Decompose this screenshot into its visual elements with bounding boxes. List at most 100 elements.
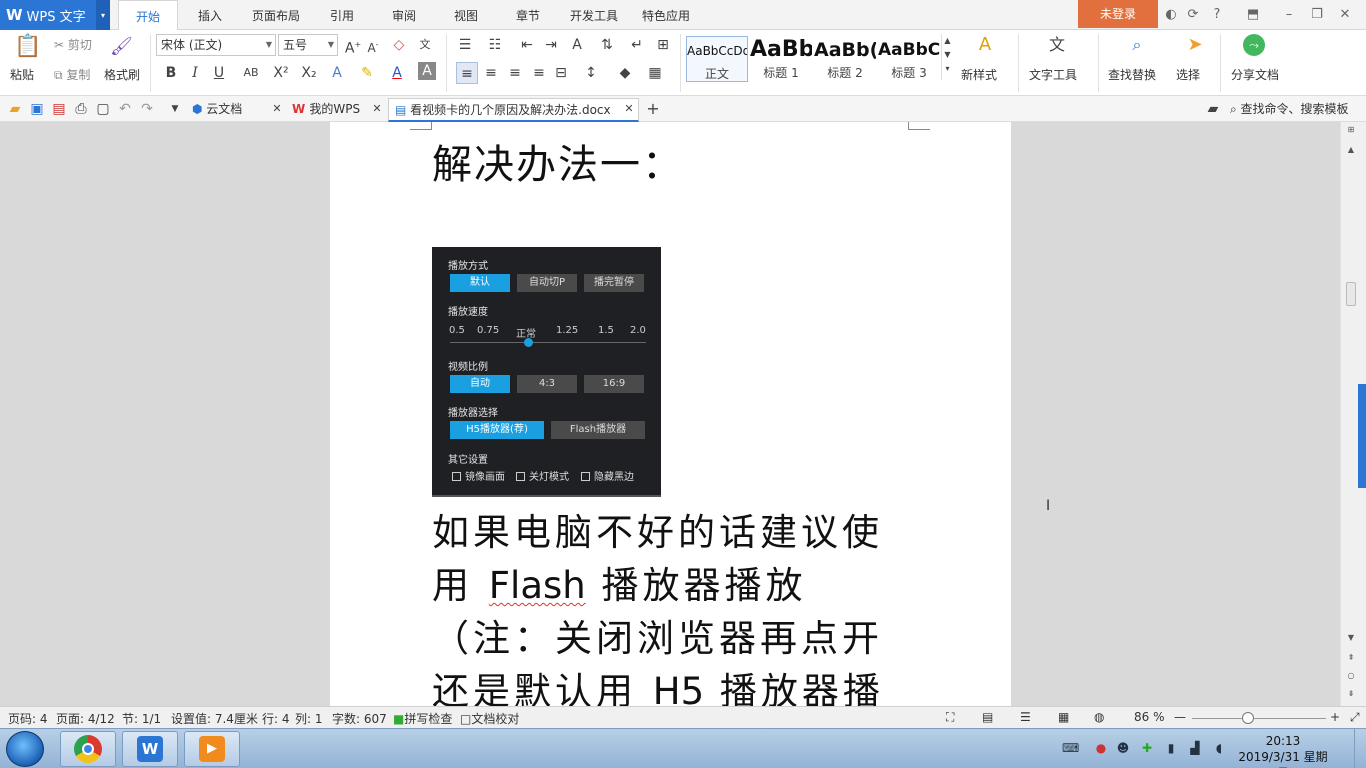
line-spacing-icon[interactable]: ↕ bbox=[580, 62, 602, 84]
qq-icon[interactable]: ☻ bbox=[1116, 741, 1130, 755]
tab-special-apps[interactable]: 特色应用 bbox=[634, 0, 698, 30]
paste-button[interactable]: 粘贴 bbox=[10, 66, 34, 83]
highlight-icon[interactable]: ✎ bbox=[356, 62, 378, 84]
redo-icon[interactable]: ↷ bbox=[136, 98, 158, 120]
windows-start-icon[interactable] bbox=[6, 731, 44, 767]
show-desktop-button[interactable] bbox=[1354, 729, 1366, 768]
player-settings-screenshot[interactable]: 播放方式 默认 自动切P 播完暂停 播放速度 0.5 0.75 正常 1.25 … bbox=[432, 247, 661, 497]
browse-object-icon[interactable]: ○ bbox=[1345, 670, 1357, 682]
tab-developer[interactable]: 开发工具 bbox=[562, 0, 626, 30]
align-left-icon[interactable]: ≡ bbox=[456, 62, 478, 84]
volume-muted-icon[interactable]: ◖ bbox=[1212, 741, 1226, 755]
save-icon[interactable]: ▣ bbox=[26, 98, 48, 120]
copy-button[interactable]: ⧉ 复制 bbox=[54, 66, 90, 83]
sort-icon[interactable]: ⇅ bbox=[596, 34, 618, 56]
zoom-in-icon[interactable]: + bbox=[1330, 710, 1340, 724]
new-tab-icon[interactable]: + bbox=[642, 98, 664, 120]
fullscreen-icon[interactable]: ⛶ bbox=[946, 710, 954, 725]
char-shading-icon[interactable]: A bbox=[418, 62, 436, 80]
new-style-icon[interactable]: A bbox=[974, 34, 996, 56]
italic-icon[interactable]: I bbox=[184, 62, 206, 84]
outline-view-icon[interactable]: ☰ bbox=[1020, 710, 1031, 724]
side-panel-toggle[interactable] bbox=[1358, 384, 1366, 488]
security-icon[interactable]: ✚ bbox=[1140, 741, 1154, 755]
feedback-icon[interactable]: ⟳ bbox=[1184, 6, 1202, 24]
open-folder-icon[interactable]: ▰ bbox=[4, 98, 26, 120]
clear-format-icon[interactable]: ◇ bbox=[388, 34, 410, 56]
antivirus-icon[interactable]: ● bbox=[1094, 741, 1108, 755]
tab-review[interactable]: 审阅 bbox=[380, 0, 428, 30]
style-heading-2[interactable]: AaBb( 标题 2 bbox=[814, 36, 876, 82]
skin-icon[interactable]: ◐ bbox=[1162, 6, 1180, 24]
align-right-icon[interactable]: ≡ bbox=[504, 62, 526, 84]
shrink-font-icon[interactable]: A- bbox=[362, 34, 384, 56]
show-marks-icon[interactable]: ↵ bbox=[626, 34, 648, 56]
undo-icon[interactable]: ↶ bbox=[114, 98, 136, 120]
network-icon[interactable]: ▟ bbox=[1188, 741, 1202, 755]
increase-indent-icon[interactable]: ⇥ bbox=[540, 34, 562, 56]
phonetic-guide-icon[interactable]: 文 bbox=[414, 34, 436, 56]
media-player-taskbar-button[interactable]: ▶ bbox=[184, 731, 240, 767]
print-preview-icon[interactable]: ▢ bbox=[92, 98, 114, 120]
tab-cloud-docs[interactable]: ⬢ 云文档 bbox=[188, 98, 246, 122]
style-heading-1[interactable]: AaBb 标题 1 bbox=[750, 36, 812, 82]
share-document-button[interactable]: 分享文档 bbox=[1231, 66, 1279, 83]
chevron-down-icon[interactable]: ▼ bbox=[164, 98, 186, 120]
print-icon[interactable]: ⎙ bbox=[70, 98, 92, 120]
doc-check-toggle[interactable]: □文档校对 bbox=[460, 710, 519, 727]
device-icon[interactable]: ▮ bbox=[1164, 741, 1178, 755]
paragraph-shading-icon[interactable]: ◆ bbox=[614, 62, 636, 84]
subscript-icon[interactable]: X₂ bbox=[298, 62, 320, 84]
login-button[interactable]: 未登录 bbox=[1078, 0, 1158, 28]
tab-view[interactable]: 视图 bbox=[442, 0, 490, 30]
system-clock[interactable]: 20:13 2019/3/31 星期日 bbox=[1238, 733, 1328, 768]
tab-page-layout[interactable]: 页面布局 bbox=[244, 0, 308, 30]
help-icon[interactable]: ? bbox=[1208, 6, 1226, 24]
next-page-icon[interactable]: ⇟ bbox=[1345, 688, 1357, 700]
document-workspace[interactable]: 解决办法一： 播放方式 默认 自动切P 播完暂停 播放速度 0.5 0.75 正… bbox=[0, 122, 1340, 706]
document-heading[interactable]: 解决办法一： bbox=[432, 132, 684, 190]
justify-icon[interactable]: ≡ bbox=[528, 62, 550, 84]
close-icon[interactable]: ✕ bbox=[1336, 6, 1354, 24]
select-cursor-icon[interactable]: ➤ bbox=[1184, 34, 1206, 56]
new-style-button[interactable]: 新样式 bbox=[961, 66, 997, 83]
keyboard-icon[interactable]: ⌨ bbox=[1062, 741, 1079, 755]
decrease-indent-icon[interactable]: ⇤ bbox=[516, 34, 538, 56]
style-heading-3[interactable]: AaBbC 标题 3 bbox=[878, 36, 940, 82]
close-icon[interactable]: ✕ bbox=[618, 98, 640, 120]
web-view-icon[interactable]: ▦ bbox=[1058, 710, 1069, 724]
restore-ribbon-icon[interactable]: ⬒ bbox=[1244, 6, 1262, 24]
tab-chapter[interactable]: 章节 bbox=[504, 0, 552, 30]
tab-list-icon[interactable]: ▰ bbox=[1202, 98, 1224, 120]
zoom-slider-knob[interactable] bbox=[1242, 712, 1254, 724]
brush-icon[interactable]: 🖌 bbox=[110, 36, 133, 58]
align-center-icon[interactable]: ≡ bbox=[480, 62, 502, 84]
font-name-select[interactable]: 宋体 (正文) ▼ bbox=[156, 34, 276, 56]
table-icon[interactable]: ⊞ bbox=[652, 34, 674, 56]
tab-my-wps[interactable]: W 我的WPS bbox=[288, 98, 364, 122]
zoom-out-icon[interactable]: — bbox=[1174, 710, 1186, 724]
eye-protect-icon[interactable]: ◍ bbox=[1094, 710, 1104, 724]
borders-icon[interactable]: ▦ bbox=[644, 62, 666, 84]
page-view-icon[interactable]: ▤ bbox=[982, 710, 993, 724]
spell-check-toggle[interactable]: ■拼写检查 bbox=[393, 710, 452, 727]
text-direction-icon[interactable]: A bbox=[566, 34, 588, 56]
paste-icon[interactable]: 📋 bbox=[14, 36, 41, 64]
strikethrough-icon[interactable]: AB bbox=[240, 62, 262, 84]
fit-page-icon[interactable]: ⤢ bbox=[1350, 710, 1360, 725]
text-tools-button[interactable]: 文字工具 bbox=[1029, 66, 1077, 83]
format-painter-button[interactable]: 格式刷 bbox=[104, 66, 140, 83]
font-color-icon[interactable]: A bbox=[386, 62, 408, 84]
scroll-down-icon[interactable]: ▼ bbox=[1345, 632, 1357, 644]
tab-insert[interactable]: 插入 bbox=[186, 0, 234, 30]
maximize-icon[interactable]: ❐ bbox=[1308, 6, 1326, 24]
styles-scroll-icon[interactable]: ▲ ▼ ▾ bbox=[941, 34, 953, 80]
tab-current-document[interactable]: ▤ 看视频卡的几个原因及解决办法.docx bbox=[388, 98, 639, 122]
scrollbar-thumb[interactable] bbox=[1346, 282, 1356, 306]
scroll-up-icon[interactable]: ▲ bbox=[1345, 144, 1357, 156]
previous-page-icon[interactable]: ⇞ bbox=[1345, 652, 1357, 664]
underline-icon[interactable]: U bbox=[208, 62, 230, 84]
scroll-option-icon[interactable]: ⊞ bbox=[1345, 124, 1357, 136]
zoom-slider-track[interactable] bbox=[1192, 718, 1326, 719]
share-icon[interactable]: ⤳ bbox=[1243, 34, 1265, 56]
